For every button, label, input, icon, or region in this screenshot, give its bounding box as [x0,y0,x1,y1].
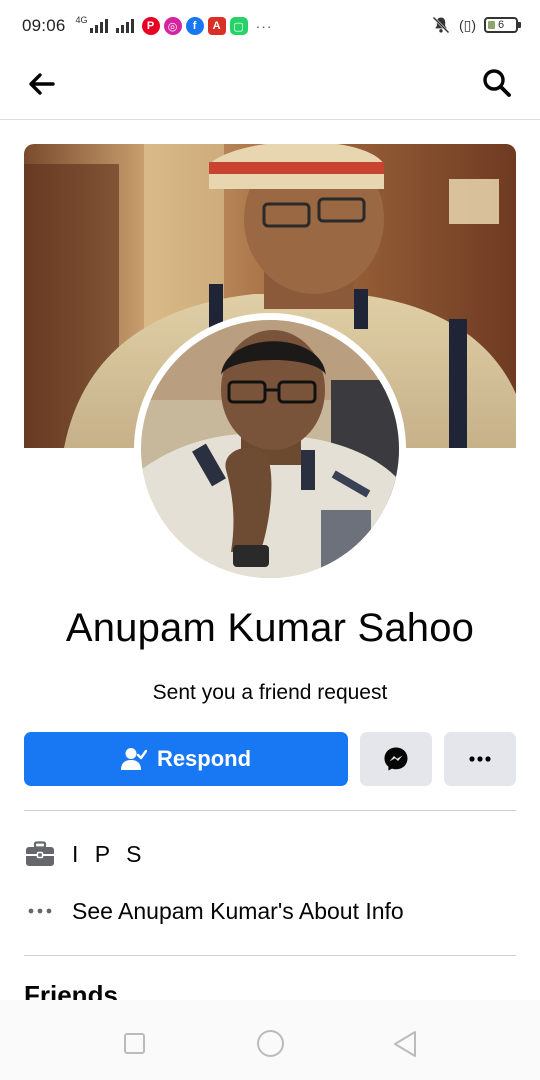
bell-off-icon [432,16,450,34]
status-right: (▯) 6 [431,15,521,35]
pinterest-icon: P [141,17,160,35]
message-button[interactable] [360,732,432,786]
home-button[interactable] [257,1030,284,1057]
respond-label: Respond [156,746,252,771]
about-info-link[interactable]: See Anupam Kumar's About Info [24,889,516,933]
back-triangle-icon[interactable] [392,1030,418,1058]
about-info-text: See Anupam Kumar's About Info [72,897,404,924]
avatar-image [141,320,399,578]
status-time: 09:06 [22,16,66,35]
instagram-icon: ◎ [163,17,182,35]
android-nav-bar [0,1000,540,1080]
recent-apps-button[interactable] [124,1033,145,1054]
back-button[interactable] [24,66,60,102]
divider [24,810,516,811]
briefcase-icon [24,838,56,870]
profile-name: Anupam Kumar Sahoo [65,606,475,650]
arrow-left-icon [29,73,55,95]
search-button[interactable] [478,64,516,102]
person-check-icon [120,748,147,770]
facebook-icon: f [185,17,204,35]
more-notifications-icon: ··· [255,18,273,34]
search-icon [483,69,511,97]
signal-icon [89,19,108,33]
info-row-occupation: I P S [24,832,516,876]
more-dots-icon [469,756,491,762]
chat-app-icon: ▢ [229,17,248,35]
messenger-icon [384,747,408,771]
status-bar: 09:06 4G P ◎ f A ▢ ··· (▯) 6 [0,0,540,52]
divider [24,955,516,956]
signal-icon-2 [115,19,134,33]
vibrate-icon: (▯) [458,16,476,33]
more-dots-icon [24,895,56,927]
occupation-text: I P S [72,840,147,867]
profile-avatar[interactable] [134,313,406,585]
top-nav [0,52,540,120]
pdf-app-icon: A [207,17,226,35]
network-type: 4G [75,15,88,25]
battery-icon: 6 [484,17,521,33]
friend-request-status: Sent you a friend request [152,681,388,704]
respond-button[interactable]: Respond [24,732,348,786]
more-options-button[interactable] [444,732,516,786]
